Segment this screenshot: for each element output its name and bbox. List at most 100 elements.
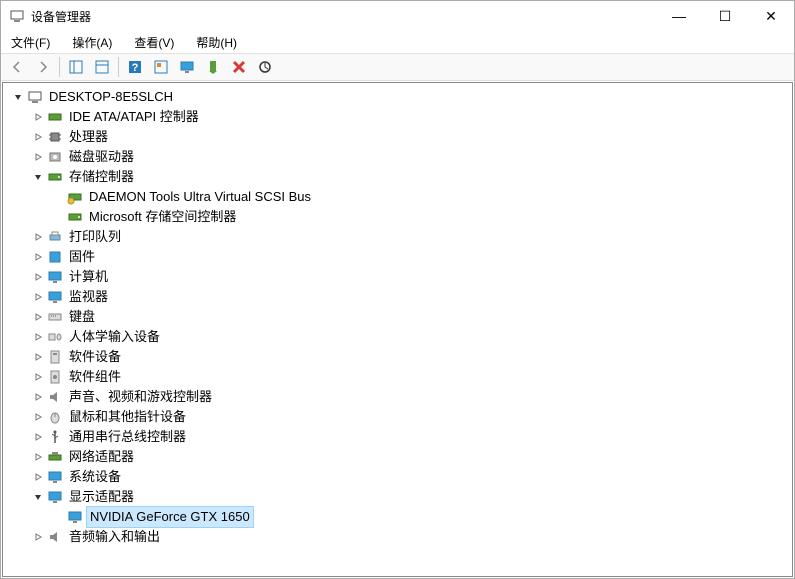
tree-item-monitor[interactable]: 监视器 (5, 287, 790, 307)
tree-item-storage[interactable]: 存储控制器 (5, 167, 790, 187)
tree-item-usb[interactable]: 通用串行总线控制器 (5, 427, 790, 447)
expander-open-icon[interactable] (11, 90, 25, 104)
show-tree-button[interactable] (64, 55, 88, 79)
expander-closed-icon[interactable] (31, 530, 45, 544)
tree-label: 打印队列 (67, 227, 123, 247)
forward-button[interactable] (31, 55, 55, 79)
tree-item-mouse[interactable]: 鼠标和其他指针设备 (5, 407, 790, 427)
network-icon (47, 449, 63, 465)
expander-closed-icon[interactable] (31, 390, 45, 404)
tree-label: 鼠标和其他指针设备 (67, 407, 188, 427)
software-icon (47, 349, 63, 365)
tree-label: 显示适配器 (67, 487, 136, 507)
expander-open-icon[interactable] (31, 490, 45, 504)
toolbar-separator (118, 57, 119, 77)
tree-label: 音频输入和输出 (67, 527, 162, 547)
storage-child-icon (67, 189, 83, 205)
expander-closed-icon[interactable] (31, 230, 45, 244)
ide-icon (47, 109, 63, 125)
tree-item-daemon[interactable]: · DAEMON Tools Ultra Virtual SCSI Bus (5, 187, 790, 207)
expander-closed-icon[interactable] (31, 470, 45, 484)
tree-item-display[interactable]: 显示适配器 (5, 487, 790, 507)
device-tree-panel[interactable]: DESKTOP-8E5SLCH IDE ATA/ATAPI 控制器 处理器 磁盘… (2, 82, 793, 577)
computer-icon (27, 89, 43, 105)
tree-item-swcomponent[interactable]: 软件组件 (5, 367, 790, 387)
scan-button[interactable] (253, 55, 277, 79)
tree-label: NVIDIA GeForce GTX 1650 (86, 506, 254, 528)
expander-closed-icon[interactable] (31, 330, 45, 344)
tree-item-disk[interactable]: 磁盘驱动器 (5, 147, 790, 167)
titlebar: 设备管理器 — ☐ ✕ (1, 1, 794, 31)
expander-open-icon[interactable] (31, 170, 45, 184)
tree-label: 网络适配器 (67, 447, 136, 467)
uninstall-button[interactable] (227, 55, 251, 79)
expander-closed-icon[interactable] (31, 450, 45, 464)
speaker-icon (47, 389, 63, 405)
expander-closed-icon[interactable] (31, 270, 45, 284)
tree-item-audio[interactable]: 音频输入和输出 (5, 527, 790, 547)
install-button[interactable] (201, 55, 225, 79)
minimize-button[interactable]: — (656, 1, 702, 31)
expander-closed-icon[interactable] (31, 350, 45, 364)
window-title: 设备管理器 (31, 8, 656, 25)
tree-item-printqueue[interactable]: 打印队列 (5, 227, 790, 247)
tree-label: 通用串行总线控制器 (67, 427, 188, 447)
maximize-button[interactable]: ☐ (702, 1, 748, 31)
tree-item-network[interactable]: 网络适配器 (5, 447, 790, 467)
tree-item-msstorage[interactable]: · Microsoft 存储空间控制器 (5, 207, 790, 227)
tree-item-swdevice[interactable]: 软件设备 (5, 347, 790, 367)
gpu-icon (67, 509, 83, 525)
tree-label: 监视器 (67, 287, 110, 307)
audio-icon (47, 529, 63, 545)
menu-file[interactable]: 文件(F) (7, 32, 54, 53)
monitor-icon (47, 269, 63, 285)
expander-closed-icon[interactable] (31, 290, 45, 304)
expander-closed-icon[interactable] (31, 310, 45, 324)
properties-button[interactable] (90, 55, 114, 79)
monitor-icon-button[interactable] (175, 55, 199, 79)
tree-item-ide[interactable]: IDE ATA/ATAPI 控制器 (5, 107, 790, 127)
tree-label: IDE ATA/ATAPI 控制器 (67, 107, 201, 127)
expander-closed-icon[interactable] (31, 250, 45, 264)
firmware-icon (47, 249, 63, 265)
keyboard-icon (47, 309, 63, 325)
tree-item-keyboard[interactable]: 键盘 (5, 307, 790, 327)
tree-item-cpu[interactable]: 处理器 (5, 127, 790, 147)
tree-item-sound[interactable]: 声音、视频和游戏控制器 (5, 387, 790, 407)
window-controls: — ☐ ✕ (656, 1, 794, 31)
expander-closed-icon[interactable] (31, 430, 45, 444)
tree-item-sysdevice[interactable]: 系统设备 (5, 467, 790, 487)
printer-icon (47, 229, 63, 245)
device-tree: DESKTOP-8E5SLCH IDE ATA/ATAPI 控制器 处理器 磁盘… (5, 87, 790, 547)
component-icon (47, 369, 63, 385)
close-button[interactable]: ✕ (748, 1, 794, 31)
tree-label: 声音、视频和游戏控制器 (67, 387, 214, 407)
tree-label: 软件组件 (67, 367, 123, 387)
menu-help[interactable]: 帮助(H) (192, 32, 241, 53)
tree-label: 固件 (67, 247, 97, 267)
expander-closed-icon[interactable] (31, 410, 45, 424)
storage-child-icon (67, 209, 83, 225)
mouse-icon (47, 409, 63, 425)
menu-action[interactable]: 操作(A) (68, 32, 116, 53)
svg-text:?: ? (132, 62, 139, 74)
tree-item-hid[interactable]: 人体学输入设备 (5, 327, 790, 347)
help-button[interactable]: ? (123, 55, 147, 79)
expander-closed-icon[interactable] (31, 370, 45, 384)
storage-icon (47, 169, 63, 185)
back-button[interactable] (5, 55, 29, 79)
expander-closed-icon[interactable] (31, 130, 45, 144)
menubar: 文件(F) 操作(A) 查看(V) 帮助(H) (1, 31, 794, 53)
tree-label: 软件设备 (67, 347, 123, 367)
system-icon (47, 469, 63, 485)
expander-closed-icon[interactable] (31, 110, 45, 124)
menu-view[interactable]: 查看(V) (130, 32, 178, 53)
action-button[interactable] (149, 55, 173, 79)
tree-item-gpu[interactable]: · NVIDIA GeForce GTX 1650 (5, 507, 790, 527)
usb-icon (47, 429, 63, 445)
expander-closed-icon[interactable] (31, 150, 45, 164)
tree-item-firmware[interactable]: 固件 (5, 247, 790, 267)
tree-label: 存储控制器 (67, 167, 136, 187)
tree-root[interactable]: DESKTOP-8E5SLCH (5, 87, 790, 107)
tree-item-computer[interactable]: 计算机 (5, 267, 790, 287)
